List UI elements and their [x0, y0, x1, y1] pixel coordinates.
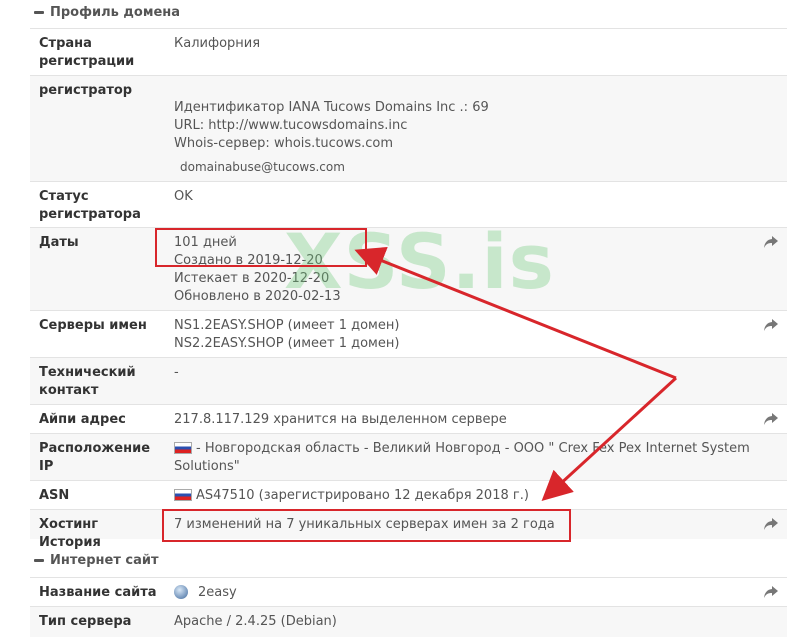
annotation-arrow-to-hosting — [541, 376, 678, 502]
annotation-arrow-to-dates — [354, 246, 677, 380]
annotation-arrows — [354, 246, 678, 502]
